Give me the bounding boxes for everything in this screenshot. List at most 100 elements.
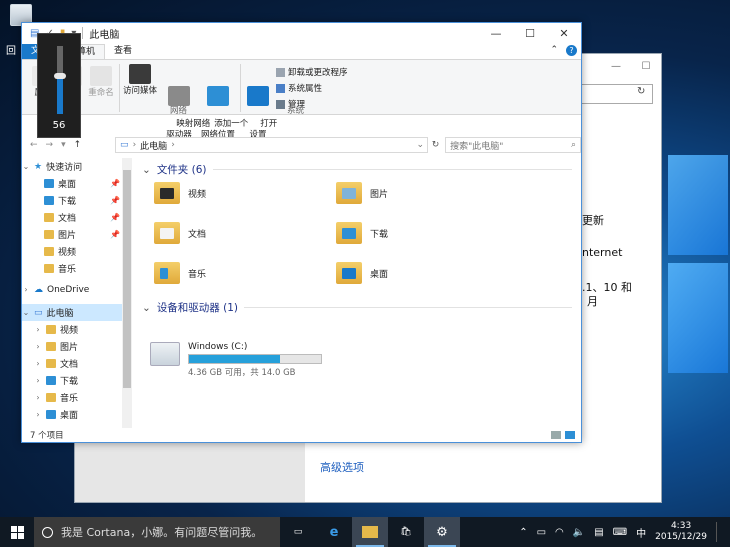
chevron-right-icon[interactable]: › <box>34 410 42 419</box>
maximize-button[interactable]: ☐ <box>631 61 661 72</box>
nav-onedrive[interactable]: › ☁ OneDrive <box>22 281 122 298</box>
refresh-icon[interactable]: ↻ <box>428 140 443 150</box>
minimize-button[interactable]: — <box>479 27 513 40</box>
folder-item-desktop[interactable]: 桌面 <box>336 262 388 284</box>
uninstall-button[interactable]: 卸载或更改程序 <box>276 66 348 78</box>
chevron-down-icon[interactable]: ⌄ <box>22 162 30 171</box>
nav-quick-access[interactable]: ⌄ ★ 快速访问 <box>22 158 122 175</box>
settings-taskbar-button[interactable]: ⚙ <box>424 517 460 547</box>
ime-indicator[interactable]: 中 <box>636 525 646 540</box>
devices-header-label: 设备和驱动器 (1) <box>156 302 239 314</box>
tab-view[interactable]: 查看 <box>105 44 141 59</box>
nav-quick-item[interactable]: 视频 <box>22 243 122 260</box>
collapse-ribbon-icon[interactable]: ⌃ <box>550 45 558 56</box>
recent-dropdown-icon[interactable]: ▾ <box>61 140 66 150</box>
file-explorer-window: ▤ ✓ ▮ ▾ 此电脑 — ☐ ✕ 文件 计算机 查看 ⌃ ? 属性 打开 <box>21 22 582 443</box>
rename-icon <box>90 66 112 86</box>
access-media-button[interactable]: 访问媒体 <box>122 64 158 97</box>
nav-quick-item[interactable]: 桌面 📌 <box>22 175 122 192</box>
pictures-folder-icon <box>336 182 362 204</box>
drive-item-c[interactable]: Windows (C:) 4.36 GB 可用，共 14.0 GB <box>150 342 322 378</box>
windows-start-icon <box>10 525 24 539</box>
folder-item-pictures[interactable]: 图片 <box>336 182 388 204</box>
view-toggles <box>551 431 575 439</box>
chevron-down-icon[interactable]: ⌄ <box>22 308 30 317</box>
volume-slider[interactable] <box>54 46 66 114</box>
forward-arrow-icon[interactable]: → <box>46 140 54 150</box>
task-view-button[interactable]: ▭ <box>280 517 316 547</box>
nav-pc-item[interactable]: › 音乐 <box>22 389 122 406</box>
folder-icon <box>362 526 378 538</box>
chevron-right-icon[interactable]: › <box>34 325 42 334</box>
chevron-right-icon[interactable]: › <box>34 393 42 402</box>
system-properties-button[interactable]: 系统属性 <box>276 82 322 94</box>
up-arrow-icon[interactable]: ↑ <box>74 140 82 150</box>
folder-item-downloads[interactable]: 下载 <box>336 222 388 244</box>
details-view-icon[interactable] <box>551 431 561 439</box>
folder-item-videos[interactable]: 视频 <box>154 182 206 204</box>
back-arrow-icon[interactable]: ← <box>30 140 38 150</box>
maximize-button[interactable]: ☐ <box>513 27 547 40</box>
network-location-icon <box>207 86 229 106</box>
address-path[interactable]: ▭ › 此电脑 › ⌄ <box>115 137 429 153</box>
volume-slider-thumb[interactable] <box>54 72 66 79</box>
section-divider <box>212 169 572 170</box>
pin-icon[interactable]: 📌 <box>110 196 120 205</box>
address-dropdown-icon[interactable]: ⌄ <box>417 140 425 150</box>
refresh-icon[interactable]: ↻ <box>637 86 645 97</box>
help-icon[interactable]: ? <box>566 45 577 56</box>
chevron-down-icon[interactable]: ⌄ <box>142 302 151 314</box>
large-icons-view-icon[interactable] <box>565 431 575 439</box>
battery-icon[interactable]: ▭ <box>537 527 546 538</box>
edge-button[interactable]: e <box>316 517 352 547</box>
action-center-icon[interactable] <box>716 522 724 542</box>
nav-pc-item[interactable]: › 文档 <box>22 355 122 372</box>
close-button[interactable]: ✕ <box>547 27 581 40</box>
nav-pc-item[interactable]: › 视频 <box>22 321 122 338</box>
nav-quick-item[interactable]: 文档 📌 <box>22 209 122 226</box>
show-hidden-icons-icon[interactable]: ⌃ <box>519 527 527 538</box>
nav-quick-item[interactable]: 下载 📌 <box>22 192 122 209</box>
volume-icon[interactable]: 🔈 <box>573 527 585 538</box>
pin-icon[interactable]: 📌 <box>110 230 120 239</box>
folder-label: 视频 <box>188 189 207 200</box>
search-placeholder: 搜索"此电脑" <box>450 141 504 152</box>
cortana-text: 我是 Cortana，小娜。有问题尽管问我。 <box>61 526 263 539</box>
nav-label: 文档 <box>58 214 77 224</box>
scrollbar-thumb[interactable] <box>123 170 131 388</box>
pin-icon[interactable]: 📌 <box>110 179 120 188</box>
nav-quick-item[interactable]: 图片 📌 <box>22 226 122 243</box>
start-button[interactable] <box>0 517 34 547</box>
folder-item-documents[interactable]: 文档 <box>154 222 206 244</box>
wifi-icon[interactable]: ◠ <box>555 527 564 538</box>
chevron-right-icon[interactable]: › <box>34 342 42 351</box>
rename-button[interactable]: 重命名 <box>84 66 118 99</box>
file-explorer-taskbar-button[interactable] <box>352 517 388 547</box>
chevron-right-icon[interactable]: › <box>34 376 42 385</box>
folders-section-header[interactable]: ⌄ 文件夹 (6) <box>142 162 572 177</box>
search-input[interactable]: 搜索"此电脑" ⌕ <box>445 137 581 153</box>
nav-pc-item[interactable]: › 图片 <box>22 338 122 355</box>
cortana-search-box[interactable]: 我是 Cortana，小娜。有问题尽管问我。 <box>34 517 280 547</box>
advanced-options-link[interactable]: 高级选项 <box>320 459 364 475</box>
store-button[interactable]: 🛍 <box>388 517 424 547</box>
nav-scrollbar[interactable] <box>122 158 132 428</box>
path-item-this-pc[interactable]: 此电脑 <box>140 139 167 152</box>
minimize-button[interactable]: — <box>601 61 631 72</box>
notifications-icon[interactable]: ▤ <box>594 527 603 538</box>
path-chevron-icon: › <box>171 140 175 150</box>
chevron-right-icon[interactable]: › <box>22 285 30 294</box>
devices-section-header[interactable]: ⌄ 设备和驱动器 (1) <box>142 300 572 315</box>
nav-this-pc[interactable]: ⌄ ▭ 此电脑 <box>22 304 122 321</box>
pin-icon[interactable]: 📌 <box>110 213 120 222</box>
nav-pc-item[interactable]: › 下载 <box>22 372 122 389</box>
cloud-icon: ☁ <box>34 284 43 295</box>
nav-pc-item[interactable]: › 桌面 <box>22 406 122 423</box>
chevron-right-icon[interactable]: › <box>34 359 42 368</box>
gear-icon: ⚙ <box>436 524 448 540</box>
clock[interactable]: 4:33 2015/12/29 <box>655 521 707 543</box>
nav-quick-item[interactable]: 音乐 <box>22 260 122 277</box>
chevron-down-icon[interactable]: ⌄ <box>142 164 151 176</box>
folder-item-music[interactable]: 音乐 <box>154 262 206 284</box>
keyboard-icon[interactable]: ⌨ <box>613 527 627 538</box>
